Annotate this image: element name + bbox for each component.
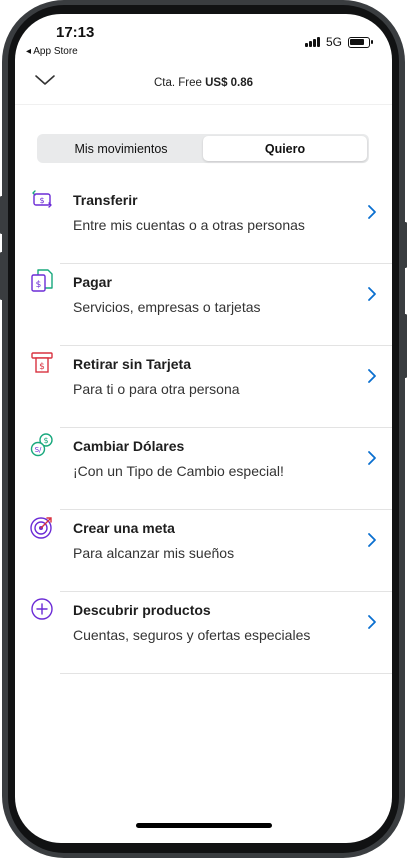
list-item-subtitle: ¡Con un Tipo de Cambio especial! (73, 463, 284, 479)
list-item-descubrir-productos[interactable]: Descubrir productos Cuentas, seguros y o… (15, 592, 392, 674)
chevron-right-icon (367, 204, 377, 225)
tab-quiero[interactable]: Quiero (203, 136, 367, 161)
atm-icon: $ (29, 350, 55, 376)
list-item-cambiar-dolares[interactable]: $ S/ Cambiar Dólares ¡Con un Tipo de Cam… (15, 428, 392, 510)
account-balance: US$ 0.86 (205, 77, 254, 89)
target-icon (29, 514, 55, 540)
action-list: $ Transferir Entre mis cuentas o a otras… (15, 182, 392, 674)
chevron-right-icon (367, 450, 377, 471)
account-label: Cta. Free (153, 77, 202, 89)
list-item-subtitle: Entre mis cuentas o a otras personas (73, 217, 305, 233)
transfer-icon: $ (29, 186, 55, 212)
list-item-subtitle: Para ti o para otra persona (73, 381, 240, 397)
list-item-subtitle: Servicios, empresas o tarjetas (73, 299, 261, 315)
svg-text:$: $ (39, 362, 45, 372)
svg-text:$: $ (43, 436, 48, 445)
bill-icon: $ (29, 268, 55, 294)
plus-circle-icon (29, 596, 55, 622)
status-indicators: 5G (304, 35, 373, 49)
chevron-right-icon (367, 368, 377, 389)
battery-icon (348, 36, 373, 48)
app-screen: 17:13 ◂ App Store 5G Cta. Free US$ 0.86 … (15, 14, 392, 843)
list-item-pagar[interactable]: $ Pagar Servicios, empresas o tarjetas (15, 264, 392, 346)
tab-mis-movimientos[interactable]: Mis movimientos (39, 136, 203, 161)
list-item-subtitle: Cuentas, seguros y ofertas especiales (73, 627, 311, 643)
top-bar: Cta. Free US$ 0.86 (15, 70, 392, 102)
status-time: 17:13 (56, 24, 95, 41)
list-item-title: Retirar sin Tarjeta (73, 356, 192, 372)
svg-text:$: $ (39, 196, 44, 205)
list-item-retirar-sin-tarjeta[interactable]: $ Retirar sin Tarjeta Para ti o para otr… (15, 346, 392, 428)
signal-icon (304, 37, 320, 47)
header-divider (15, 104, 392, 105)
side-button-left (0, 196, 3, 234)
home-indicator[interactable] (136, 823, 272, 828)
list-item-subtitle: Para alcanzar mis sueños (73, 545, 235, 561)
list-item-title: Descubrir productos (73, 602, 211, 618)
back-to-app-store-link[interactable]: ◂ App Store (26, 46, 78, 57)
account-summary: Cta. Free US$ 0.86 (15, 77, 392, 89)
list-item-title: Cambiar Dólares (73, 438, 185, 454)
list-item-title: Pagar (73, 274, 112, 290)
row-divider (60, 673, 392, 674)
list-item-title: Transferir (73, 192, 138, 208)
side-button-left-2 (0, 252, 3, 300)
chevron-right-icon (367, 614, 377, 635)
list-item-transferir[interactable]: $ Transferir Entre mis cuentas o a otras… (15, 182, 392, 264)
currency-exchange-icon: $ S/ (29, 432, 55, 458)
list-item-title: Crear una meta (73, 520, 175, 536)
network-type: 5G (325, 35, 342, 49)
segmented-control: Mis movimientos Quiero (37, 134, 369, 163)
chevron-right-icon (367, 532, 377, 553)
list-item-crear-meta[interactable]: Crear una meta Para alcanzar mis sueños (15, 510, 392, 592)
svg-text:S/: S/ (35, 446, 42, 454)
svg-text:$: $ (36, 280, 42, 290)
chevron-right-icon (367, 286, 377, 307)
